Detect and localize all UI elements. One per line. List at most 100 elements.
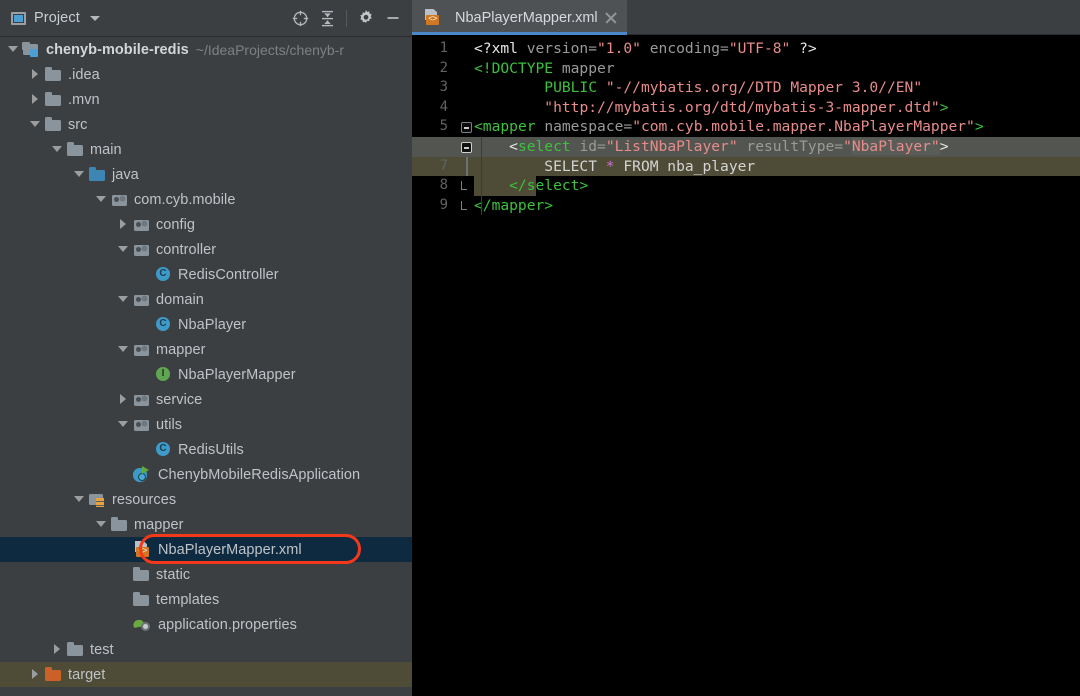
chevron-down-icon[interactable] xyxy=(96,194,107,205)
collapse-all-button[interactable] xyxy=(314,5,341,32)
tree-row[interactable]: main xyxy=(0,137,412,162)
settings-button[interactable] xyxy=(352,5,379,32)
code-token: version= xyxy=(526,40,598,57)
chevron-right-icon[interactable] xyxy=(118,394,129,405)
folder-icon xyxy=(45,67,62,82)
chevron-down-icon[interactable] xyxy=(52,144,63,155)
code-line[interactable]: 5 <mapper namespace="com.cyb.mobile.mappe… xyxy=(412,117,1080,137)
fold-gutter[interactable] xyxy=(458,156,474,177)
tree-row[interactable]: NbaPlayerMapper.xml xyxy=(0,537,412,562)
tree-row[interactable]: static xyxy=(0,562,412,587)
tree-row[interactable]: templates xyxy=(0,587,412,612)
tree-row-label: utils xyxy=(156,416,183,433)
tree-row[interactable]: .mvn xyxy=(0,87,412,112)
fold-gutter[interactable] xyxy=(458,39,474,59)
code-line[interactable]: 9 </mapper> xyxy=(412,196,1080,216)
chevron-down-icon[interactable] xyxy=(30,119,41,130)
fold-gutter[interactable] xyxy=(458,117,474,137)
chevron-right-icon[interactable] xyxy=(30,69,41,80)
tree-row[interactable]: application.properties xyxy=(0,612,412,637)
code-line[interactable]: 3 PUBLIC "-//mybatis.org//DTD Mapper 3.0… xyxy=(412,78,1080,98)
project-icon xyxy=(11,11,26,25)
close-icon[interactable] xyxy=(605,11,618,24)
tree-row[interactable]: NbaPlayer xyxy=(0,312,412,337)
chevron-down-icon[interactable] xyxy=(74,169,85,180)
tree-row[interactable]: resources xyxy=(0,487,412,512)
project-title-group[interactable]: Project xyxy=(11,10,287,26)
tree-row-label: RedisUtils xyxy=(178,441,244,458)
code-token: "UTF-8" xyxy=(728,40,791,57)
editor-tab-nbaplayermapper-xml[interactable]: NbaPlayerMapper.xml xyxy=(412,0,627,35)
code-line[interactable]: 7 SELECT * FROM nba_player xyxy=(412,156,1080,177)
tree-row[interactable]: controller xyxy=(0,237,412,262)
tree-row-label: domain xyxy=(156,291,204,308)
tree-row[interactable]: mapper xyxy=(0,337,412,362)
chevron-right-icon[interactable] xyxy=(52,644,63,655)
tree-row[interactable]: RedisController xyxy=(0,262,412,287)
code-token: " xyxy=(843,138,852,155)
code-editor[interactable]: 1 <?xml version="1.0" encoding="UTF-8" ?>… xyxy=(412,35,1080,696)
chevron-right-icon[interactable] xyxy=(30,669,41,680)
code-line[interactable]: 2 <!DOCTYPE mapper xyxy=(412,59,1080,79)
tree-row[interactable]: domain xyxy=(0,287,412,312)
chevron-down-icon[interactable] xyxy=(118,244,129,255)
tree-row[interactable]: src xyxy=(0,112,412,137)
code-token: < xyxy=(474,118,483,136)
hide-panel-button[interactable] xyxy=(379,5,406,32)
tree-row[interactable]: mapper xyxy=(0,512,412,537)
chevron-right-icon[interactable] xyxy=(30,94,41,105)
tree-row-label: .idea xyxy=(68,66,100,83)
tree-row[interactable]: service xyxy=(0,387,412,412)
code-line[interactable]: 4 "http://mybatis.org/dtd/mybatis-3-mapp… xyxy=(412,98,1080,118)
project-tree[interactable]: chenyb-mobile-redis ~/IdeaProjects/chenyb… xyxy=(0,37,412,696)
module-folder-icon xyxy=(23,42,40,57)
code-line-text: <!DOCTYPE mapper xyxy=(474,59,1080,79)
fold-collapse-icon[interactable] xyxy=(461,122,472,134)
tree-row[interactable]: com.cyb.mobile xyxy=(0,187,412,212)
fold-gutter[interactable] xyxy=(458,59,474,79)
code-line[interactable]: 1 <?xml version="1.0" encoding="UTF-8" ?> xyxy=(412,39,1080,59)
chevron-down-icon[interactable] xyxy=(118,344,129,355)
code-line[interactable]: <select id="ListNbaPlayer" resultType="N… xyxy=(412,137,1080,157)
tree-row-label: java xyxy=(112,166,139,183)
chevron-down-icon[interactable] xyxy=(118,294,129,305)
tree-row[interactable]: java xyxy=(0,162,412,187)
fold-gutter[interactable] xyxy=(458,196,474,216)
tree-row[interactable]: utils xyxy=(0,412,412,437)
fold-collapse-icon[interactable] xyxy=(461,142,472,153)
tree-row[interactable]: RedisUtils xyxy=(0,437,412,462)
line-number: 9 xyxy=(439,196,448,213)
code-token: mapper xyxy=(482,118,536,136)
java-class-icon xyxy=(155,441,172,458)
tree-arrow-placeholder xyxy=(140,319,151,330)
chevron-down-icon[interactable] xyxy=(96,519,107,530)
select-opened-file-button[interactable] xyxy=(287,5,314,32)
fold-gutter[interactable] xyxy=(458,176,474,196)
chevron-down-icon[interactable] xyxy=(89,15,100,21)
chevron-right-icon[interactable] xyxy=(118,219,129,230)
tree-row[interactable]: test xyxy=(0,637,412,662)
tree-row[interactable]: ChenybMobileRedisApplication xyxy=(0,462,412,487)
fold-gutter[interactable] xyxy=(458,78,474,98)
code-line[interactable]: 8 </select> xyxy=(412,176,1080,196)
code-token: PUBLIC xyxy=(474,79,598,97)
chevron-down-icon[interactable] xyxy=(8,44,19,55)
fold-gutter[interactable] xyxy=(458,137,474,157)
fold-gutter[interactable] xyxy=(458,98,474,118)
code-line-text: <select id="ListNbaPlayer" resultType="N… xyxy=(474,137,1080,157)
folder-icon xyxy=(67,642,84,657)
code-token: select xyxy=(517,138,571,155)
tree-row[interactable]: NbaPlayerMapper xyxy=(0,362,412,387)
tree-row[interactable]: .idea xyxy=(0,62,412,87)
tree-row[interactable]: chenyb-mobile-redis ~/IdeaProjects/chenyb… xyxy=(0,37,412,62)
line-number: 3 xyxy=(439,79,448,96)
chevron-down-icon[interactable] xyxy=(74,494,85,505)
project-path-label: ~/IdeaProjects/chenyb-r xyxy=(195,41,345,58)
tree-row[interactable]: target xyxy=(0,662,412,687)
tree-row-label: mapper xyxy=(134,516,184,533)
code-token: "-//mybatis.org//DTD Mapper 3.0//EN" xyxy=(605,79,923,97)
tree-row[interactable]: config xyxy=(0,212,412,237)
chevron-down-icon[interactable] xyxy=(118,419,129,430)
